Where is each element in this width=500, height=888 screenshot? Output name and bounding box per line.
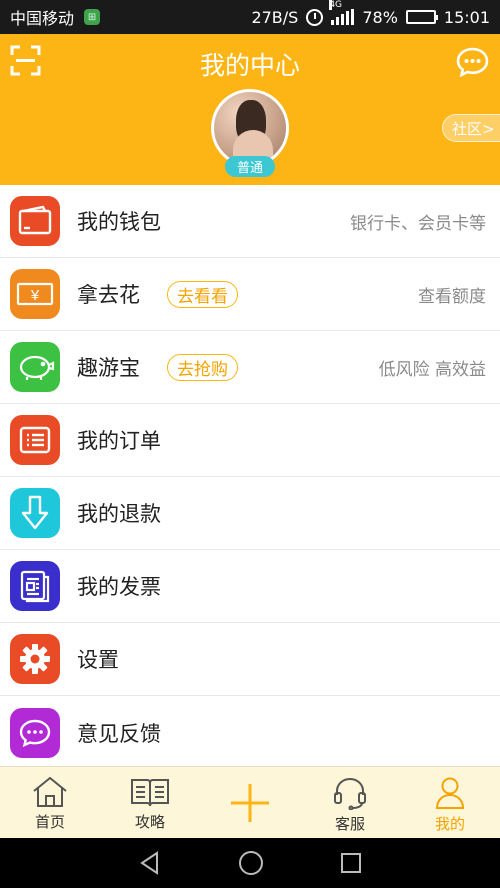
home-icon	[33, 776, 67, 807]
sim-card-icon: ⊞	[84, 9, 101, 25]
open-book-icon	[131, 779, 169, 807]
signal-strength-icon: 4G	[329, 0, 355, 25]
system-navigation-bar	[0, 838, 500, 888]
user-icon	[435, 777, 465, 809]
chat-bubble-icon	[456, 47, 489, 78]
headset-icon	[334, 777, 366, 810]
banknote-icon-tile: ¥	[10, 269, 60, 319]
menu-item-label: 拿去花	[77, 283, 140, 307]
status-bar: 中国移动 ⊞ 27B/S 4G 78% 15:01	[0, 0, 500, 34]
bottom-tab-bar: 首页 攻略 客服 我的	[0, 766, 500, 838]
home-circle-icon[interactable]	[237, 849, 265, 877]
piggy-bank-icon	[19, 355, 55, 380]
wallet-icon-tile	[10, 196, 60, 246]
menu-item-label: 设置	[77, 648, 119, 672]
wallet-icon	[18, 205, 52, 235]
menu-item-naquhua[interactable]: ¥ 拿去花 去看看 查看额度	[0, 258, 500, 331]
menu-item-wallet[interactable]: 我的钱包 银行卡、会员卡等	[0, 185, 500, 258]
promo-tag-button[interactable]: 去看看	[167, 280, 238, 308]
community-link[interactable]: 社区>	[442, 114, 500, 142]
menu-item-hint: 查看额度	[418, 286, 486, 307]
banknote-icon: ¥	[16, 282, 54, 306]
order-list-icon	[19, 426, 51, 454]
battery-icon	[405, 10, 438, 24]
message-button[interactable]	[456, 47, 489, 78]
plus-icon	[231, 783, 269, 822]
tab-guide[interactable]: 攻略	[100, 767, 200, 838]
menu-item-orders[interactable]: 我的订单	[0, 404, 500, 477]
gear-icon	[20, 644, 50, 674]
order-list-icon-tile	[10, 415, 60, 465]
menu-item-feedback[interactable]: 意见反馈	[0, 696, 500, 769]
alarm-clock-icon	[306, 8, 324, 26]
invoice-icon	[20, 570, 50, 603]
feedback-icon-tile	[10, 707, 60, 758]
battery-percent: 78%	[362, 7, 398, 27]
menu-item-label: 我的钱包	[77, 210, 161, 234]
menu-item-label: 趣游宝	[77, 356, 140, 380]
tab-service[interactable]: 客服	[300, 767, 400, 838]
back-triangle-icon[interactable]	[137, 850, 163, 876]
piggy-bank-icon-tile	[10, 342, 60, 392]
menu-item-invoice[interactable]: 我的发票	[0, 550, 500, 623]
menu-item-label: 我的发票	[77, 575, 161, 599]
promo-tag-button[interactable]: 去抢购	[167, 353, 238, 381]
network-speed: 27B/S	[251, 7, 299, 27]
tab-add[interactable]	[200, 767, 300, 838]
tab-home[interactable]: 首页	[0, 767, 100, 838]
menu-item-hint: 银行卡、会员卡等	[350, 213, 486, 234]
invoice-icon-tile	[10, 561, 60, 611]
menu-item-label: 我的订单	[77, 429, 161, 453]
tab-mine[interactable]: 我的	[400, 767, 500, 838]
tab-label: 首页	[34, 813, 65, 831]
menu-item-label: 意见反馈	[77, 721, 161, 746]
gear-icon-tile	[10, 634, 60, 684]
profile-header: 我的中心 普通 社区>	[0, 34, 500, 185]
menu-item-settings[interactable]: 设置	[0, 623, 500, 696]
tab-label: 客服	[334, 815, 365, 833]
svg-text:¥: ¥	[30, 287, 40, 304]
page-title: 我的中心	[199, 51, 300, 80]
menu-item-hint: 低风险 高效益	[378, 359, 486, 380]
refund-arrow-icon	[21, 495, 49, 530]
recent-apps-square-icon[interactable]	[339, 851, 363, 875]
menu-item-quyoubao[interactable]: 趣游宝 去抢购 低风险 高效益	[0, 331, 500, 404]
menu-item-refunds[interactable]: 我的退款	[0, 477, 500, 550]
tab-label: 我的	[434, 815, 465, 833]
feedback-icon	[19, 719, 51, 747]
member-level-badge: 普通	[225, 156, 275, 177]
refund-arrow-icon-tile	[10, 488, 60, 538]
clock-time: 15:01	[443, 7, 490, 27]
carrier-name: 中国移动	[10, 9, 75, 28]
tab-label: 攻略	[134, 813, 165, 831]
menu-list: 我的钱包 银行卡、会员卡等 ¥ 拿去花 去看看 查看额度 趣游宝 去抢购 低风险…	[0, 185, 500, 769]
menu-item-label: 我的退款	[77, 502, 161, 526]
network-type: 4G	[329, 0, 343, 10]
